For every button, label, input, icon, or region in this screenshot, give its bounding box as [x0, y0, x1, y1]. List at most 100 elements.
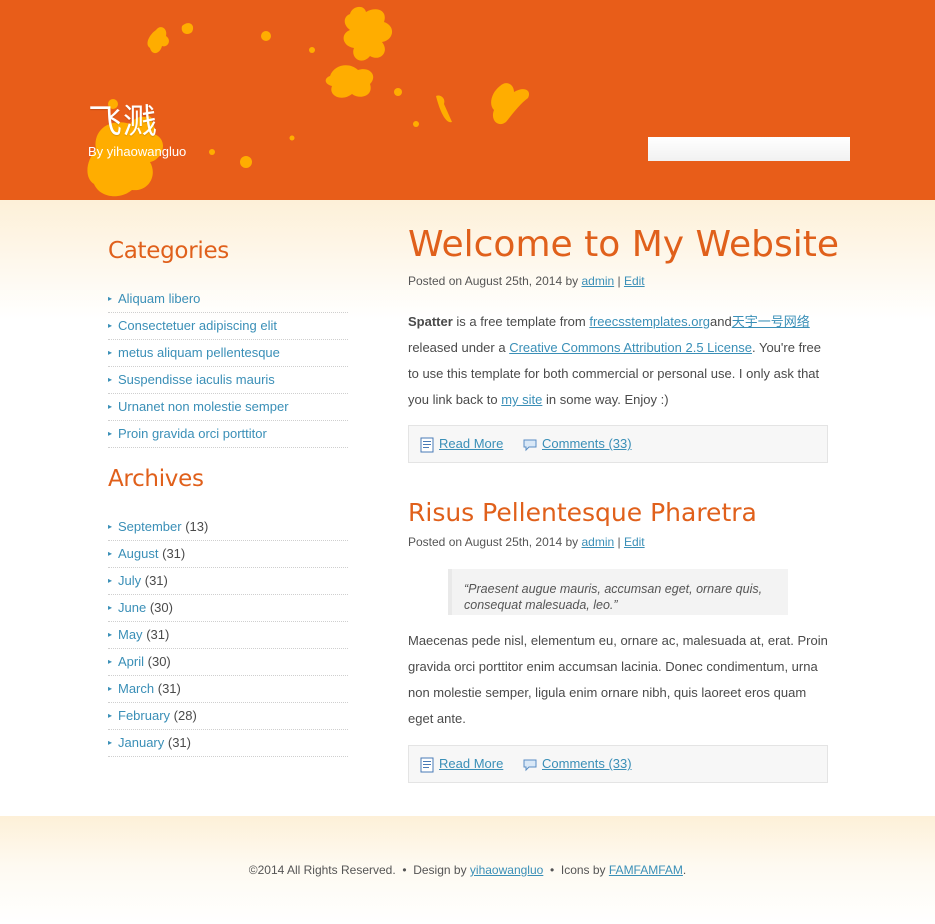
comments-link[interactable]: Comments (33) — [542, 436, 632, 451]
post-count: (13) — [185, 519, 209, 534]
footer-separator: • — [543, 863, 561, 877]
category-link[interactable]: Urnanet non molestie semper — [118, 399, 289, 414]
site-title[interactable]: 飞溅 — [88, 94, 158, 143]
document-icon — [420, 437, 434, 453]
post-count: (30) — [149, 600, 173, 615]
list-item: ▸ Aliquam libero — [108, 286, 348, 313]
list-item: ▸ metus aliquam pellentesque — [108, 340, 348, 367]
bullet-icon: ▸ — [108, 657, 113, 666]
list-item: ▸ September (13) — [108, 514, 348, 541]
archive-link[interactable]: January — [118, 735, 164, 750]
famfamfam-link[interactable]: FAMFAMFAM — [609, 863, 683, 877]
list-item: ▸ June (30) — [108, 595, 348, 622]
bullet-icon: ▸ — [108, 375, 113, 384]
post-count: (31) — [162, 546, 186, 561]
archives-heading: Archives — [108, 466, 204, 492]
post-links-bar: Read More Comments (33) — [408, 425, 828, 463]
bullet-icon: ▸ — [108, 429, 113, 438]
list-item: ▸ Urnanet non molestie semper — [108, 394, 348, 421]
body-text: is a free template from — [452, 314, 590, 329]
search-input[interactable] — [648, 137, 850, 161]
bullet-icon: ▸ — [108, 402, 113, 411]
icons-label: Icons by — [560, 863, 609, 877]
bullet-icon: ▸ — [108, 549, 113, 558]
archive-link[interactable]: September — [118, 519, 182, 534]
post-date: Posted on August 25th, 2014 by — [408, 274, 582, 288]
list-item: ▸ Proin gravida orci porttitor — [108, 421, 348, 448]
category-link[interactable]: Aliquam libero — [118, 291, 200, 306]
brand-name: Spatter — [408, 314, 453, 329]
categories-heading: Categories — [108, 238, 229, 264]
list-item: ▸ Suspendisse iaculis mauris — [108, 367, 348, 394]
speech-bubble-icon — [523, 759, 537, 772]
archive-link[interactable]: February — [118, 708, 170, 723]
site-tagline: By yihaowangluo — [88, 144, 187, 159]
category-link[interactable]: Consectetuer adipiscing elit — [118, 318, 277, 333]
post-meta: Posted on August 25th, 2014 by admin | E… — [408, 535, 645, 549]
speech-bubble-icon — [523, 439, 537, 452]
category-link[interactable]: Proin gravida orci porttitor — [118, 426, 267, 441]
comments-link[interactable]: Comments (33) — [542, 756, 632, 771]
designer-link[interactable]: yihaowangluo — [470, 863, 543, 877]
archive-link[interactable]: August — [118, 546, 158, 561]
archive-link[interactable]: July — [118, 573, 141, 588]
list-item: ▸ July (31) — [108, 568, 348, 595]
post-title[interactable]: Risus Pellentesque Pharetra — [408, 498, 757, 527]
footer-separator: • — [395, 863, 414, 877]
footer-text: ©2014 All Rights Reserved. • Design by y… — [0, 863, 935, 877]
post-count: (30) — [147, 654, 171, 669]
body-text: in some way. Enjoy :) — [542, 392, 669, 407]
bullet-icon: ▸ — [108, 294, 113, 303]
list-item: ▸ February (28) — [108, 703, 348, 730]
bullet-icon: ▸ — [108, 522, 113, 531]
edit-link[interactable]: Edit — [624, 535, 645, 549]
bullet-icon: ▸ — [108, 684, 113, 693]
list-item: ▸ August (31) — [108, 541, 348, 568]
post-title-text[interactable]: Welcome to My Website — [408, 224, 839, 265]
tianyu-link[interactable]: 天宇一号网络 — [732, 314, 810, 329]
bullet-icon: ▸ — [108, 738, 113, 747]
author-link[interactable]: admin — [581, 274, 614, 288]
post-count: (31) — [146, 627, 170, 642]
my-site-link[interactable]: my site — [501, 392, 542, 407]
edit-link[interactable]: Edit — [624, 274, 645, 288]
copyright: ©2014 All Rights Reserved. — [248, 863, 396, 877]
bullet-icon: ▸ — [108, 321, 113, 330]
body-text: and — [710, 314, 732, 329]
post-title-text[interactable]: Risus Pellentesque Pharetra — [408, 498, 757, 527]
post-title[interactable]: Welcome to My Website — [408, 224, 839, 265]
design-label: Design by — [413, 863, 470, 877]
archive-link[interactable]: April — [118, 654, 144, 669]
post-body: Spatter is a free template from freecsst… — [408, 309, 833, 413]
list-item: ▸ May (31) — [108, 622, 348, 649]
archives-list: ▸ September (13) ▸ August (31) ▸ July (31) … — [108, 514, 348, 757]
category-link[interactable]: metus aliquam pellentesque — [118, 345, 280, 360]
category-link[interactable]: Suspendisse iaculis mauris — [118, 372, 275, 387]
post-links-bar: Read More Comments (33) — [408, 745, 828, 783]
post-count: (28) — [173, 708, 197, 723]
post-count: (31) — [144, 573, 168, 588]
site-footer: ©2014 All Rights Reserved. • Design by y… — [0, 816, 935, 924]
post-count: (31) — [167, 735, 191, 750]
meta-separator: | — [614, 274, 624, 288]
document-icon — [420, 757, 434, 773]
archive-link[interactable]: June — [118, 600, 146, 615]
list-item: ▸ Consectetuer adipiscing elit — [108, 313, 348, 340]
read-more-link[interactable]: Read More — [439, 436, 503, 451]
license-link[interactable]: Creative Commons Attribution 2.5 License — [509, 340, 752, 355]
meta-separator: | — [614, 535, 624, 549]
post-meta: Posted on August 25th, 2014 by admin | E… — [408, 274, 645, 288]
archive-link[interactable]: March — [118, 681, 154, 696]
categories-list: ▸ Aliquam libero ▸ Consectetuer adipiscing… — [108, 286, 348, 448]
post-body: Maecenas pede nisl, elementum eu, ornare… — [408, 633, 828, 726]
post-count: (31) — [157, 681, 181, 696]
post-date: Posted on August 25th, 2014 by — [408, 535, 582, 549]
blockquote: “Praesent augue mauris, accumsan eget, o… — [448, 569, 788, 615]
read-more-link[interactable]: Read More — [439, 756, 503, 771]
list-item: ▸ March (31) — [108, 676, 348, 703]
archive-link[interactable]: May — [118, 627, 143, 642]
author-link[interactable]: admin — [581, 535, 614, 549]
freecsstemplates-link[interactable]: freecsstemplates.org — [589, 314, 710, 329]
bullet-icon: ▸ — [108, 603, 113, 612]
list-item: ▸ January (31) — [108, 730, 348, 757]
